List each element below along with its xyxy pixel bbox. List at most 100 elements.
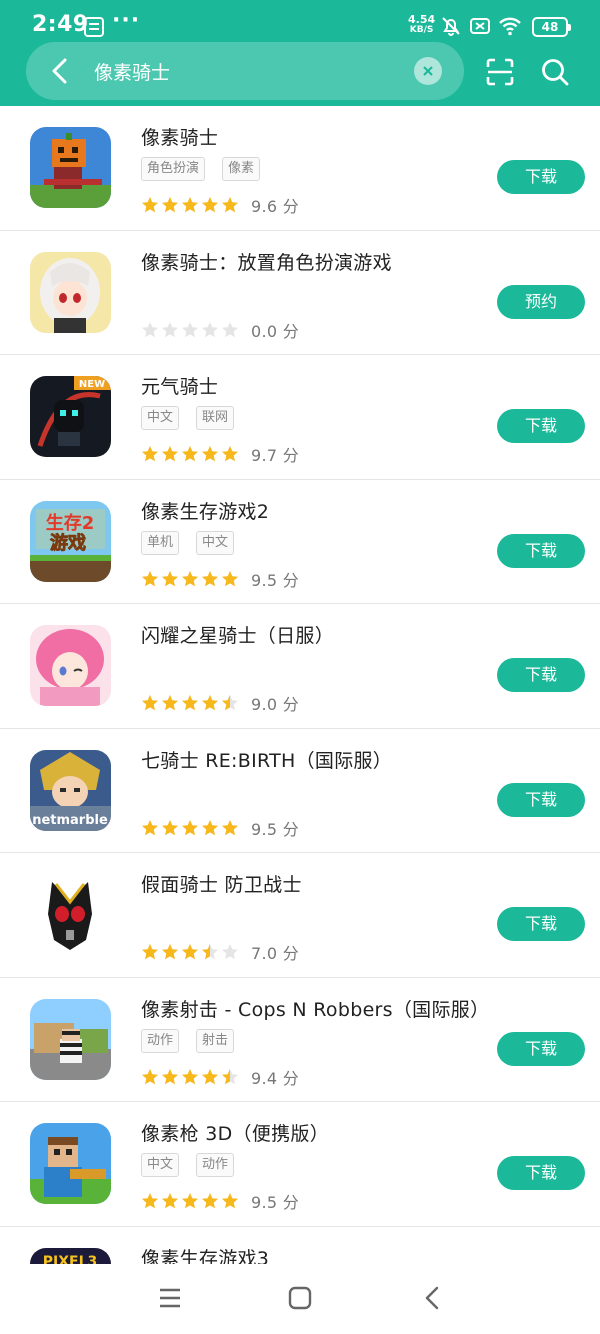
rating: 9.4 分 (141, 1065, 299, 1089)
rating: 9.0 分 (141, 691, 299, 715)
recent-apps-button[interactable] (156, 1284, 184, 1312)
status-time: 2:49 (32, 12, 89, 37)
scan-icon (486, 58, 514, 86)
anime-girl-app-icon[interactable] (30, 251, 111, 333)
download-button[interactable]: 下载 (497, 1031, 585, 1066)
star-icon (202, 1068, 218, 1084)
star-icon (222, 570, 238, 586)
star-icon (202, 321, 218, 337)
star-rating (141, 196, 239, 214)
rating: 7.0 分 (141, 940, 299, 964)
star-icon (162, 321, 178, 337)
star-icon (142, 570, 158, 586)
list-item[interactable]: netmarble 七骑士 RE:BIRTH（国际服） 9.5 分 下载 (0, 729, 600, 853)
survival-game-2-app-icon[interactable]: 生存2 游戏 (30, 500, 111, 582)
search-bar[interactable]: 像素骑士 (26, 42, 464, 100)
star-icon (182, 1068, 198, 1084)
download-button[interactable]: 下载 (497, 907, 585, 941)
star-icon (182, 321, 198, 337)
chevron-left-icon (52, 58, 67, 84)
pixel-survival-3-app-icon[interactable]: PIXEL3 (30, 1247, 111, 1265)
back-button[interactable] (42, 54, 76, 88)
download-button[interactable]: 下载 (497, 160, 585, 194)
mute-bell-icon (442, 17, 460, 36)
system-nav-bar (0, 1264, 600, 1334)
star-icon (162, 570, 178, 586)
star-icon (202, 695, 218, 711)
list-item[interactable]: PIXEL3 像素生存游戏3 (0, 1227, 600, 1265)
download-button[interactable]: 下载 (497, 658, 585, 692)
pixel-gun-3d-app-icon[interactable] (30, 1123, 111, 1204)
star-icon (142, 197, 158, 213)
star-icon (202, 819, 218, 835)
star-rating (141, 694, 239, 712)
star-icon (142, 321, 158, 337)
clear-search-button[interactable] (414, 57, 442, 85)
list-item[interactable]: 像素射击 - Cops N Robbers（国际服） 动作 射击 9.4 分 下… (0, 978, 600, 1102)
star-rating (141, 819, 239, 837)
star-icon (162, 944, 178, 960)
list-item[interactable]: 假面骑士 防卫战士 7.0 分 下载 (0, 853, 600, 978)
reserve-button[interactable]: 预约 (497, 284, 585, 319)
tag: 中文 (196, 530, 235, 555)
svg-text:生存2: 生存2 (46, 512, 95, 534)
score-text: 9.6 分 (251, 197, 300, 216)
nav-back-button[interactable] (418, 1284, 446, 1312)
download-button[interactable]: 下载 (497, 409, 585, 443)
star-icon (182, 446, 198, 462)
download-button[interactable]: 下载 (497, 782, 585, 817)
netmarble-logo: netmarble (32, 813, 108, 828)
scan-button[interactable] (482, 54, 518, 90)
rating: 9.5 分 (141, 1189, 299, 1213)
notification-app-icon (84, 17, 104, 37)
list-item[interactable]: 闪耀之星骑士（日服） 9.0 分 下载 (0, 604, 600, 729)
new-badge: NEW (79, 379, 105, 390)
search-results-list[interactable]: 像素骑士 角色扮演 像素 9.6 分 下载 像素骑士：放置角色扮演游戏 0.0 … (0, 106, 600, 1264)
pixel3-logo: PIXEL3 (43, 1254, 98, 1265)
list-item[interactable]: 像素骑士：放置角色扮演游戏 0.0 分 预约 (0, 231, 600, 355)
download-button[interactable]: 下载 (497, 533, 585, 568)
home-button[interactable] (286, 1284, 314, 1312)
app-title: 像素骑士 (141, 127, 219, 149)
download-button[interactable]: 下载 (497, 1156, 585, 1190)
soul-knight-app-icon[interactable]: NEW (30, 376, 111, 457)
star-icon (202, 570, 218, 586)
score-text: 9.5 分 (251, 570, 300, 590)
search-button[interactable] (537, 54, 573, 90)
tag: 动作 (141, 1028, 180, 1053)
star-icon (182, 1193, 198, 1209)
star-icon (142, 944, 158, 960)
star-icon (202, 446, 218, 462)
pumpkin-knight-app-icon[interactable] (30, 127, 111, 208)
star-icon (222, 321, 238, 337)
chevron-left-icon (425, 1286, 439, 1310)
seven-knights-app-icon[interactable]: netmarble (30, 749, 111, 831)
tag: 角色扮演 (141, 157, 206, 181)
rating: 9.7 分 (141, 442, 299, 466)
rating: 9.5 分 (141, 816, 299, 840)
star-rating (141, 445, 239, 463)
list-item[interactable]: 像素枪 3D（便携版） 中文 动作 9.5 分 下载 (0, 1102, 600, 1227)
list-item[interactable]: 生存2 游戏 像素生存游戏2 单机 中文 9.5 分 下载 (0, 480, 600, 604)
list-item[interactable]: NEW 元气骑士 中文 联网 9.7 分 下载 (0, 355, 600, 480)
tag-group: 中文 动作 (141, 1153, 235, 1177)
app-title: 像素生存游戏2 (141, 500, 270, 523)
list-item[interactable]: 像素骑士 角色扮演 像素 9.6 分 下载 (0, 106, 600, 231)
close-icon (423, 66, 433, 76)
tag: 像素 (222, 157, 261, 181)
kamen-rider-app-icon[interactable] (30, 874, 111, 955)
tag: 射击 (196, 1028, 235, 1053)
tag-group: 动作 射击 (141, 1028, 235, 1053)
star-icon (182, 695, 198, 711)
pink-hair-girl-app-icon[interactable] (30, 625, 111, 706)
tag-group: 单机 中文 (141, 530, 235, 555)
svg-text:游戏: 游戏 (50, 532, 86, 554)
app-title: 闪耀之星骑士（日服） (141, 625, 335, 647)
battery-indicator: 48 (532, 17, 571, 37)
star-icon (142, 695, 158, 711)
star-icon (222, 695, 238, 711)
star-icon (162, 695, 178, 711)
search-input[interactable]: 像素骑士 (94, 58, 170, 85)
star-icon (162, 197, 178, 213)
pixel-shooter-app-icon[interactable] (30, 998, 111, 1080)
